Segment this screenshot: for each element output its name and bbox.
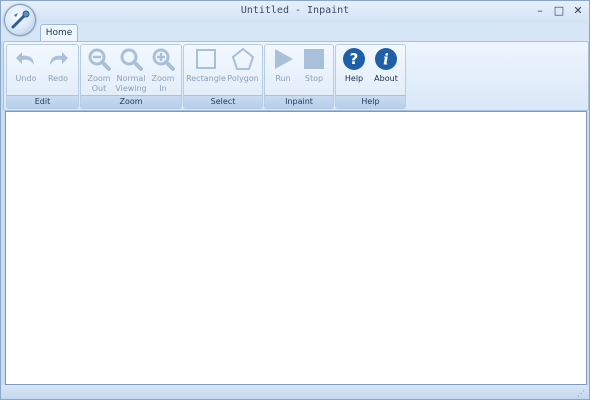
help-button[interactable]: ? Help: [339, 47, 369, 84]
normal-viewing-label-2: Viewing: [115, 84, 147, 93]
stop-icon: [304, 49, 324, 69]
tab-home[interactable]: Home: [40, 24, 78, 42]
polygon-label: Polygon: [227, 74, 259, 83]
redo-label: Redo: [47, 74, 69, 83]
image-canvas[interactable]: [5, 111, 587, 385]
ribbon: Undo Redo Edit Zoom Out Normal Viewing Z…: [3, 41, 589, 111]
help-label: Help: [344, 74, 364, 83]
minimize-button[interactable]: –: [533, 4, 547, 18]
normal-viewing-label-1: Normal: [116, 74, 146, 83]
polygon-button[interactable]: Polygon: [226, 47, 260, 84]
zoom-in-icon: [152, 48, 175, 71]
about-icon: i: [375, 48, 397, 70]
undo-label: Undo: [15, 74, 37, 83]
select-group-label: Select: [184, 95, 262, 108]
zoom-out-icon: [88, 48, 111, 71]
polygon-icon: [231, 47, 255, 70]
inpaint-group-label: Inpaint: [265, 95, 333, 108]
zoom-group: Zoom Out Normal Viewing Zoom In Zoom: [80, 44, 182, 109]
svg-text:?: ?: [350, 50, 359, 68]
edit-group: Undo Redo Edit: [6, 44, 79, 109]
svg-text:i: i: [383, 51, 389, 69]
wand-icon: [11, 10, 30, 29]
status-bar: ⋰: [1, 385, 589, 399]
help-group-label: Help: [336, 95, 405, 108]
run-label: Run: [275, 74, 291, 83]
about-button[interactable]: i About: [371, 47, 401, 84]
rectangle-icon: [196, 49, 216, 69]
redo-button[interactable]: Redo: [43, 47, 73, 84]
zoom-in-label-1: Zoom: [151, 74, 175, 83]
zoom-out-label-2: Out: [91, 84, 107, 93]
tab-row: Home: [1, 23, 589, 42]
edit-group-label: Edit: [7, 95, 78, 108]
close-button[interactable]: ✕: [571, 4, 585, 18]
zoom-normal-icon: [120, 48, 143, 71]
rectangle-label: Rectangle: [186, 74, 226, 83]
redo-icon: [50, 52, 68, 65]
zoom-out-label-1: Zoom: [87, 74, 111, 83]
zoom-out-button[interactable]: Zoom Out: [84, 47, 114, 94]
normal-viewing-button[interactable]: Normal Viewing: [115, 47, 147, 94]
rectangle-button[interactable]: Rectangle: [186, 47, 226, 84]
stop-label: Stop: [304, 74, 324, 83]
zoom-in-label-2: In: [159, 84, 167, 93]
title-bar: Untitled - Inpaint – □ ✕: [1, 1, 589, 23]
window-title: Untitled - Inpaint: [240, 5, 350, 16]
run-icon: [275, 49, 293, 69]
stop-button[interactable]: Stop: [299, 47, 329, 84]
app-orb-icon[interactable]: [4, 4, 36, 36]
undo-icon: [16, 52, 34, 65]
select-group: Rectangle Polygon Select: [183, 44, 263, 109]
resize-grip-icon[interactable]: ⋰: [577, 389, 585, 398]
undo-button[interactable]: Undo: [11, 47, 41, 84]
zoom-in-button[interactable]: Zoom In: [148, 47, 178, 94]
app-window: Untitled - Inpaint – □ ✕ Home Undo Redo …: [0, 0, 590, 400]
help-group: ? Help i About Help: [335, 44, 406, 109]
run-button[interactable]: Run: [268, 47, 298, 84]
zoom-group-label: Zoom: [81, 95, 181, 108]
help-icon: ?: [343, 48, 365, 70]
maximize-button[interactable]: □: [552, 4, 566, 18]
about-label: About: [374, 74, 398, 83]
inpaint-group: Run Stop Inpaint: [264, 44, 334, 109]
